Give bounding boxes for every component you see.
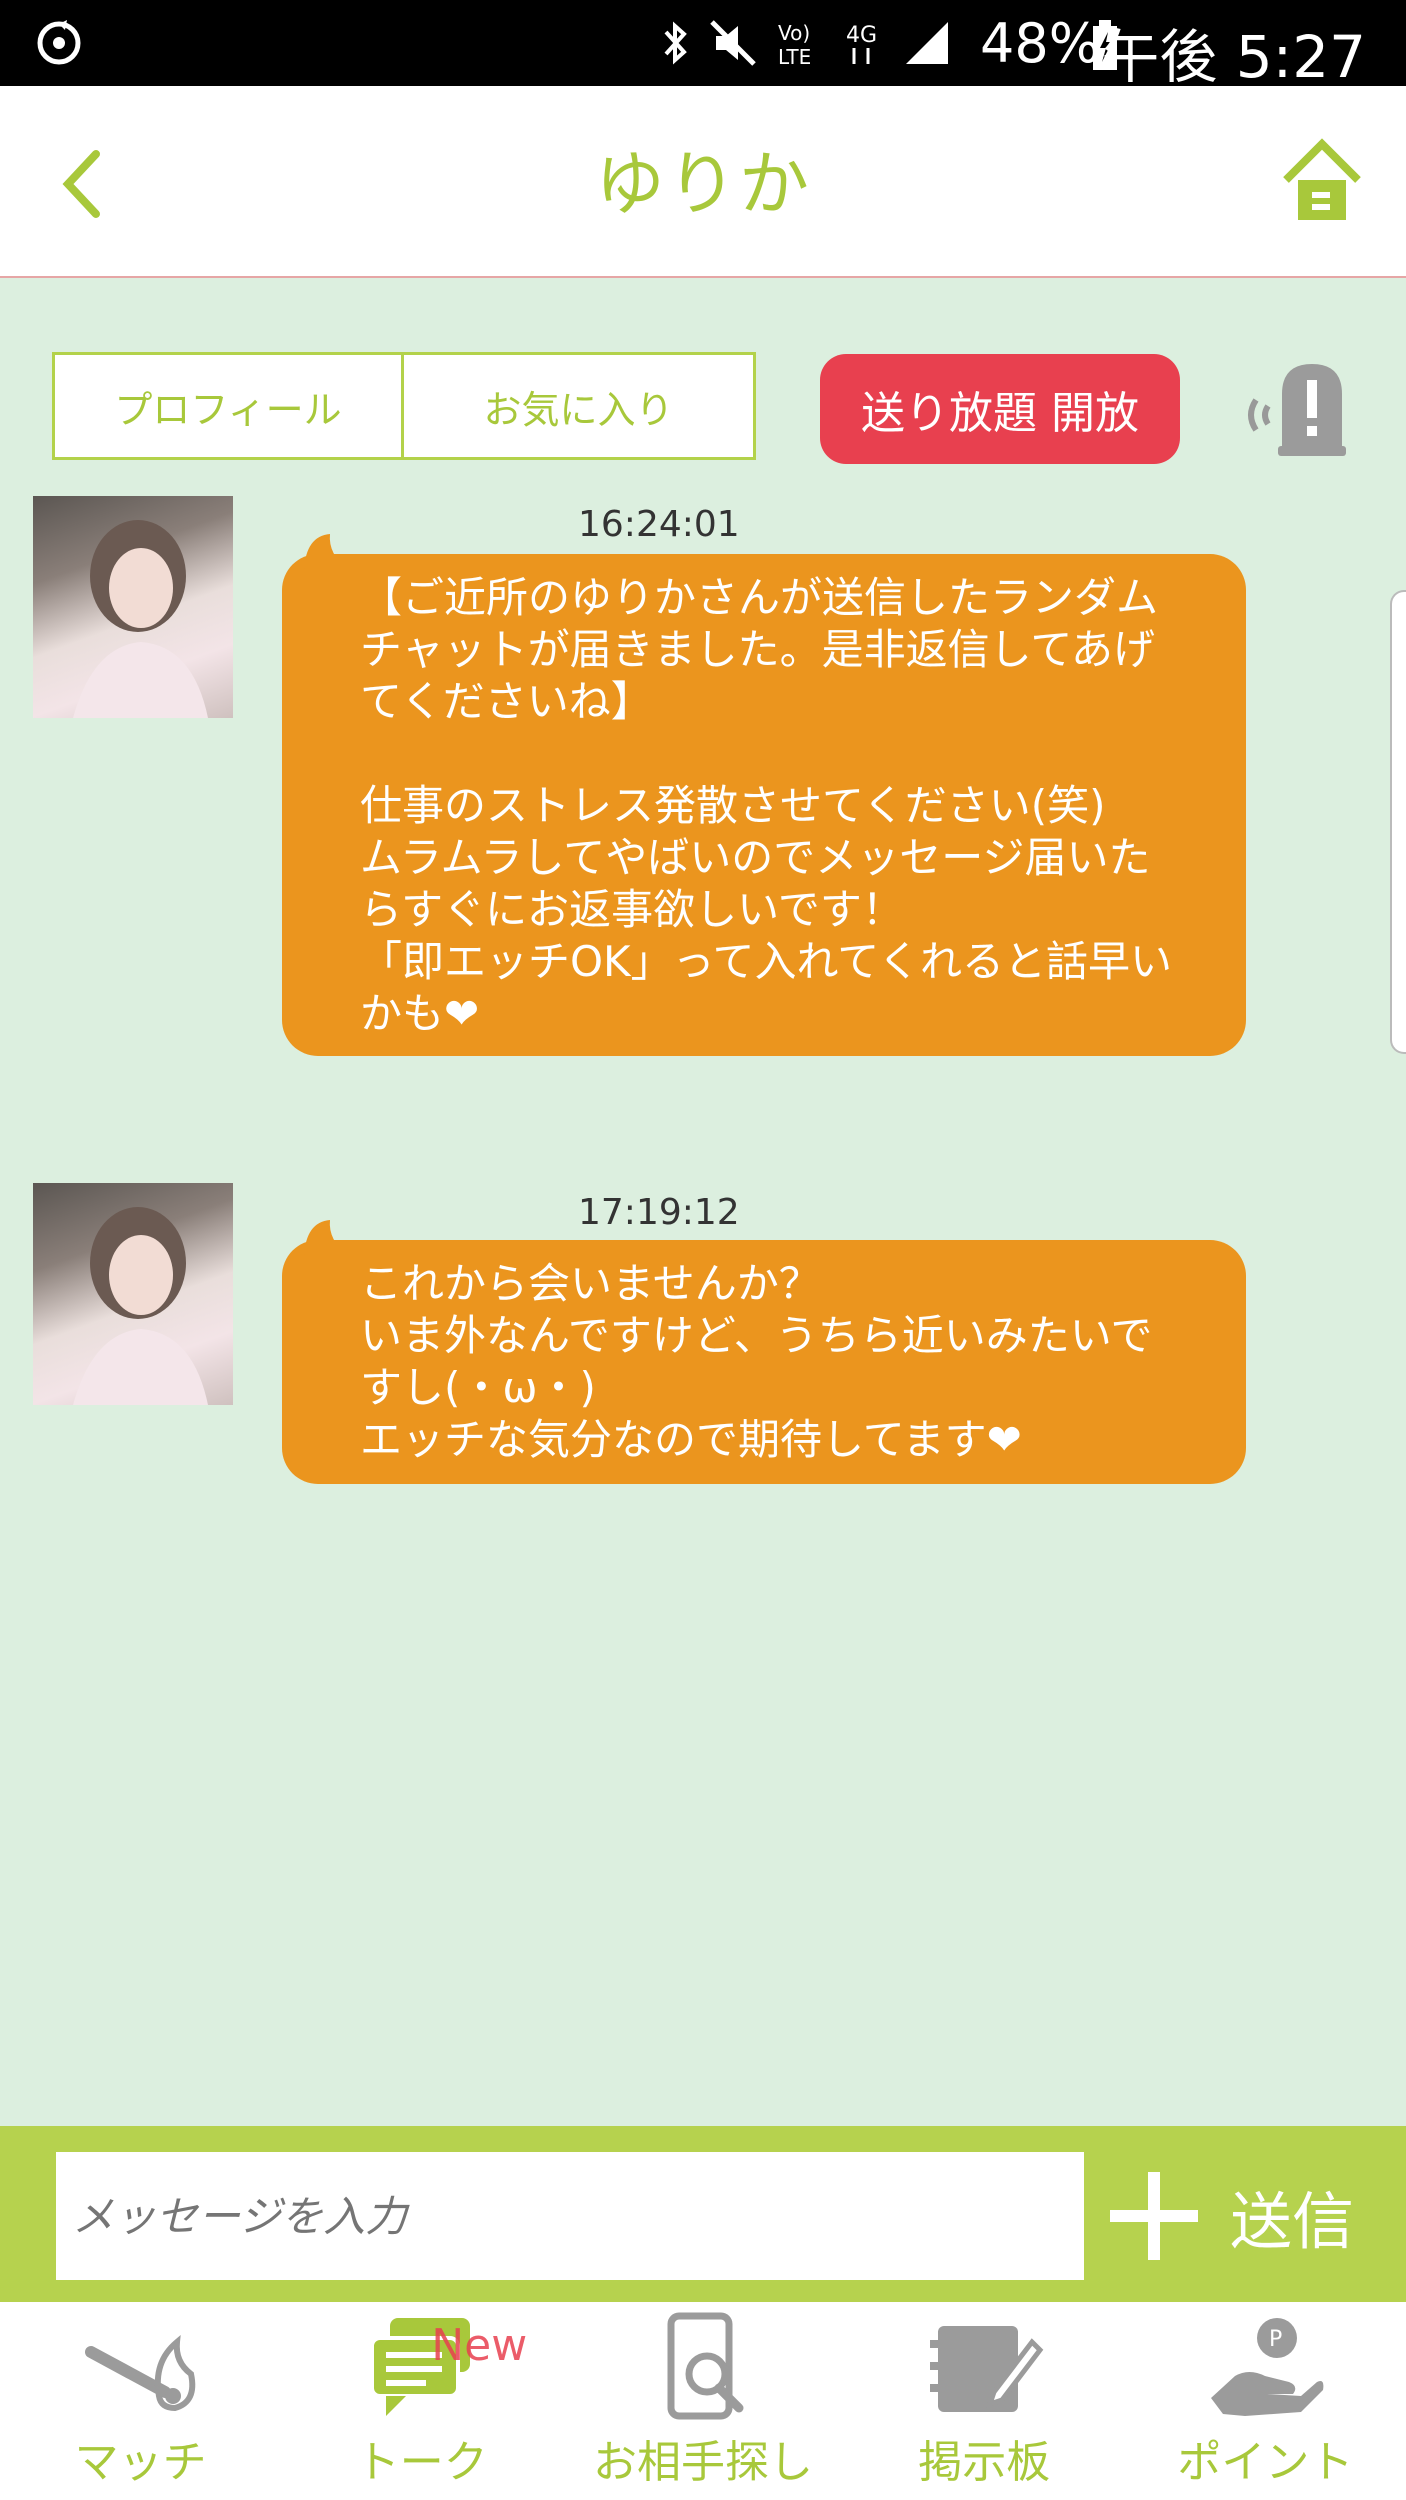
status-bar: Vo) LTE 4G 48% 午後 5:27 [0, 0, 1406, 91]
svg-text:P: P [1269, 2327, 1282, 2352]
report-alarm-icon[interactable] [1236, 350, 1356, 460]
nav-label: トーク [355, 2437, 488, 2488]
nav-label: マッチ [74, 2437, 207, 2488]
avatar-photo [73, 520, 208, 718]
volte-icon: Vo)LTE [778, 21, 811, 68]
svg-text:Vo): Vo) [778, 21, 810, 45]
message-input[interactable] [56, 2152, 1084, 2280]
message-timestamp: 16:24:01 [578, 504, 740, 545]
message-bubble: これから会いませんか？ いま外なんですけど、うちら近いみたいですし(・ω・) エ… [282, 1240, 1246, 1484]
nav-label: ポイント [1177, 2437, 1354, 2488]
message-bubble: 【ご近所のゆりかさんが送信したランダムチャットが届きました。是非返信してあげてく… [282, 554, 1246, 1056]
new-badge: New [431, 2320, 528, 2371]
bubble-tail [304, 534, 348, 570]
nav-search[interactable]: お相手探し [562, 2302, 843, 2500]
bottom-navigation: マッチ トーク New お相手探し 掲示板 P ポイント [0, 2302, 1406, 2500]
side-panel-handle[interactable] [1390, 590, 1406, 1054]
nav-label: お相手探し [593, 2437, 813, 2488]
mute-icon [710, 20, 756, 66]
clock: 午後 5:27 [1101, 23, 1366, 91]
chat-partner-name: ゆりか [595, 143, 811, 225]
favorite-button[interactable]: お気に入り [404, 352, 756, 460]
svg-text:4G: 4G [846, 23, 877, 48]
nav-board[interactable]: 掲示板 [844, 2302, 1125, 2500]
message-timestamp: 17:19:12 [578, 1192, 740, 1233]
profile-action-row: プロフィール お気に入り [52, 352, 756, 464]
bluetooth-icon [664, 21, 687, 65]
nav-points[interactable]: P ポイント [1125, 2302, 1406, 2500]
message-input-bar: 送信 [0, 2126, 1406, 2302]
nav-match[interactable]: マッチ [0, 2302, 281, 2500]
status-icons: Vo) LTE 4G [660, 16, 952, 70]
battery-percent: 48% [980, 12, 1101, 75]
bubble-tail [304, 1220, 348, 1256]
send-label: 送信 [1230, 2185, 1355, 2258]
plus-icon [1110, 2172, 1198, 2260]
app-header: ゆりか [0, 86, 1406, 278]
network-4g-icon: 4G [846, 23, 877, 64]
avatar[interactable] [33, 496, 233, 718]
home-icon[interactable] [1276, 136, 1366, 226]
nav-talk[interactable]: トーク New [281, 2302, 562, 2500]
avatar[interactable] [33, 1183, 233, 1405]
bulletin-board-icon [930, 2326, 1044, 2412]
match-icon [84, 2334, 195, 2412]
signal-icon [906, 22, 948, 64]
points-hand-icon: P [1211, 2318, 1324, 2416]
sync-icon [37, 20, 81, 65]
unlimited-send-button[interactable]: 送り放題 開放 [820, 354, 1180, 464]
svg-text:LTE: LTE [778, 45, 811, 68]
send-button[interactable]: 送信 [1104, 2156, 1384, 2276]
nav-label: 掲示板 [918, 2437, 1051, 2488]
profile-button[interactable]: プロフィール [52, 352, 404, 460]
avatar-photo [73, 1207, 208, 1405]
phone-search-icon [667, 2312, 744, 2420]
